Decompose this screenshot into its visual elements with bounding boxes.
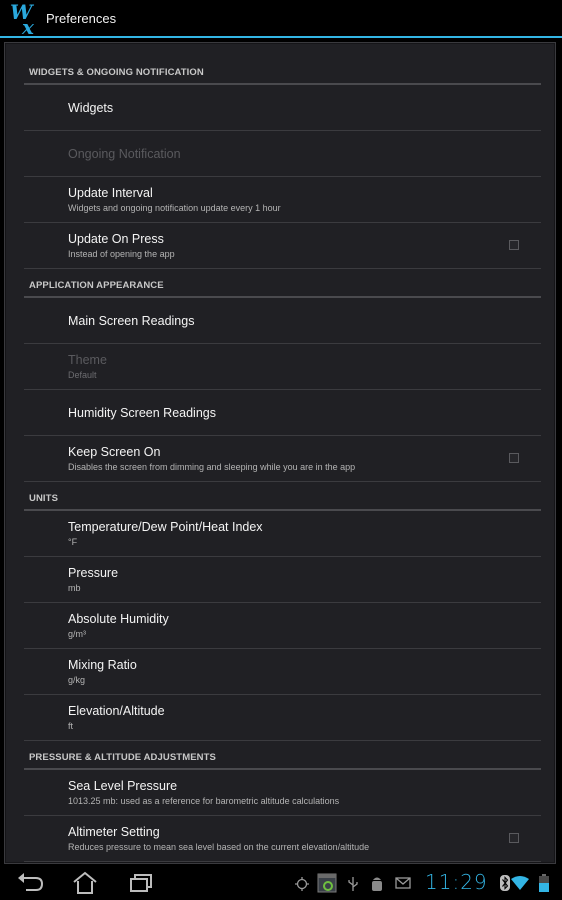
preference-title: Pressure [68,566,119,580]
preference-item[interactable]: Update On Press Instead of opening the ap… [24,223,541,269]
battery-icon [539,874,549,892]
preference-summary: °F [68,537,78,547]
preference-summary: mb [68,583,81,593]
action-bar: W x Preferences [0,0,562,38]
category-header: PRESSURE & ALTITUDE ADJUSTMENTS [24,741,541,770]
preference-item[interactable]: Pressure mb [24,557,541,603]
preference-item[interactable]: Mixing Ratio g/kg [24,649,541,695]
preference-title: Ongoing Notification [68,146,181,161]
category-header: WIDGETS & ONGOING NOTIFICATION [24,43,541,85]
preference-title: Update On Press [68,232,164,246]
preference-title: Mixing Ratio [68,658,137,672]
page-title: Preferences [46,11,117,26]
preference-item: Theme Default [24,344,541,390]
preferences-list[interactable]: WIDGETS & ONGOING NOTIFICATION Widgets Ong… [24,43,541,862]
gps-icon [295,877,309,891]
preference-summary: 1013.25 mb: used as a reference for baro… [68,796,340,806]
preference-summary: g/kg [68,675,86,685]
preference-item: Ongoing Notification [24,131,541,177]
category-header: APPLICATION APPEARANCE [24,269,541,298]
preference-item[interactable]: Absolute Humidity g/m³ [24,603,541,649]
home-icon[interactable] [70,870,100,896]
preference-item[interactable]: Widgets [24,85,541,131]
preference-title: Altimeter Setting [68,825,160,839]
preference-title: Theme [68,353,107,367]
preference-title: Humidity Screen Readings [68,405,216,420]
preference-checkbox[interactable] [509,240,519,250]
preference-title: Keep Screen On [68,445,161,459]
recent-apps-icon[interactable] [127,870,157,896]
preference-summary: Widgets and ongoing notification update … [68,203,281,213]
preference-title: Update Interval [68,186,153,200]
preference-item[interactable]: Update Interval Widgets and ongoing notif… [24,177,541,223]
status-clock: 11:29 [425,870,488,894]
preference-item[interactable]: Sea Level Pressure 1013.25 mb: used as a … [24,770,541,816]
preference-checkbox[interactable] [509,833,519,843]
preferences-panel: WIDGETS & ONGOING NOTIFICATION Widgets Ong… [4,42,556,864]
preference-summary: ft [68,721,74,731]
preference-title: Sea Level Pressure [68,779,178,793]
preference-title: Absolute Humidity [68,612,169,626]
preference-summary: Default [68,370,97,380]
wifi-icon [511,876,529,890]
preference-title: Widgets [68,100,114,115]
usb-icon [348,877,358,891]
preference-item[interactable]: Main Screen Readings [24,298,541,344]
preference-item[interactable]: Keep Screen On Disables the screen from d… [24,436,541,482]
android-debug-icon [372,877,382,891]
back-icon[interactable] [14,870,44,896]
category-header: UNITS [24,482,541,511]
preference-item[interactable]: Humidity Screen Readings [24,390,541,436]
preference-title: Main Screen Readings [68,313,195,328]
preference-item[interactable]: Temperature/Dew Point/Heat Index °F [24,511,541,557]
preference-summary: Instead of opening the app [68,249,175,259]
preference-title: Temperature/Dew Point/Heat Index [68,520,263,534]
preference-summary: Disables the screen from dimming and sle… [68,462,356,472]
preference-summary: Reduces pressure to mean sea level based… [68,842,370,852]
preference-title: Elevation/Altitude [68,704,165,718]
bluetooth-icon [500,875,510,891]
preference-item[interactable]: Elevation/Altitude ft [24,695,541,741]
gmail-icon [395,877,411,889]
svg-text:x: x [21,15,35,36]
preference-summary: g/m³ [68,629,86,639]
preference-item[interactable]: Altimeter Setting Reduces pressure to mea… [24,816,541,862]
wx-logo-icon[interactable]: W x [8,2,44,36]
preference-checkbox[interactable] [509,453,519,463]
app-notification-icon[interactable] [317,873,337,893]
